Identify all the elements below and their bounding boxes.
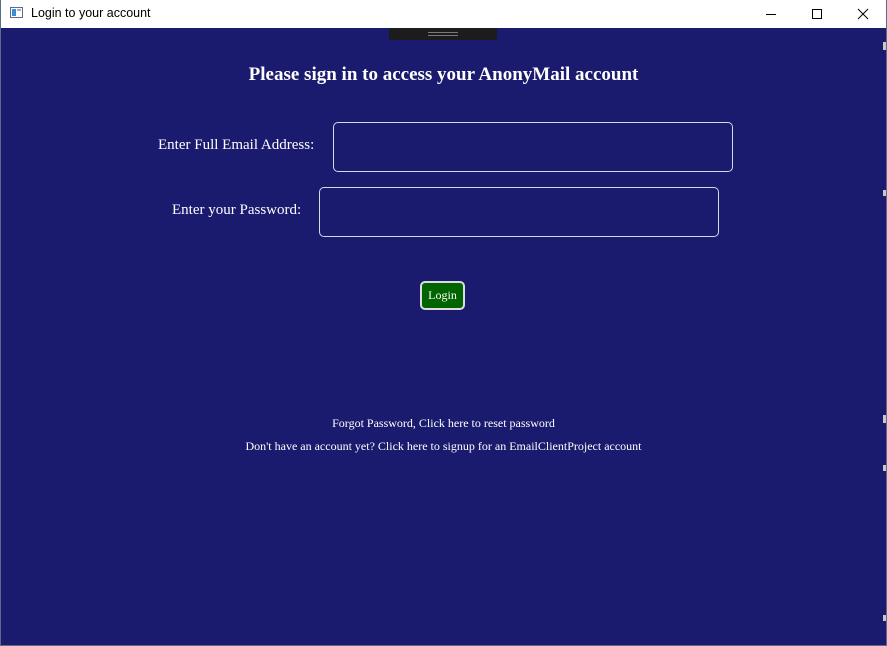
edge-mark	[883, 615, 886, 621]
maximize-icon	[812, 9, 822, 19]
login-button[interactable]: Login	[420, 281, 465, 310]
drag-handle-grip	[428, 35, 458, 36]
login-window: Login to your account Please sign in to …	[0, 0, 887, 646]
window-title: Login to your account	[31, 6, 151, 20]
page-title: Please sign in to access your AnonyMail …	[248, 64, 639, 85]
drag-handle-grip	[428, 32, 458, 33]
close-icon	[857, 8, 869, 20]
close-button[interactable]	[840, 0, 886, 28]
app-icon	[10, 7, 23, 18]
edge-mark	[883, 42, 886, 50]
edge-mark	[883, 415, 886, 423]
title-bar[interactable]: Login to your account	[1, 0, 886, 28]
edge-mark	[883, 190, 886, 196]
minimize-button[interactable]	[748, 0, 794, 28]
edge-mark	[883, 465, 886, 471]
minimize-icon	[766, 14, 776, 15]
email-input[interactable]	[333, 122, 733, 172]
email-label: Enter Full Email Address:	[158, 137, 315, 153]
maximize-button[interactable]	[794, 0, 840, 28]
window-edge	[883, 40, 886, 640]
forgot-password-link[interactable]: Forgot Password, Click here to reset pas…	[1, 416, 886, 431]
drag-handle[interactable]	[389, 28, 497, 40]
signup-link[interactable]: Don't have an account yet? Click here to…	[1, 439, 886, 454]
password-label: Enter your Password:	[172, 202, 302, 218]
password-input[interactable]	[319, 187, 719, 237]
